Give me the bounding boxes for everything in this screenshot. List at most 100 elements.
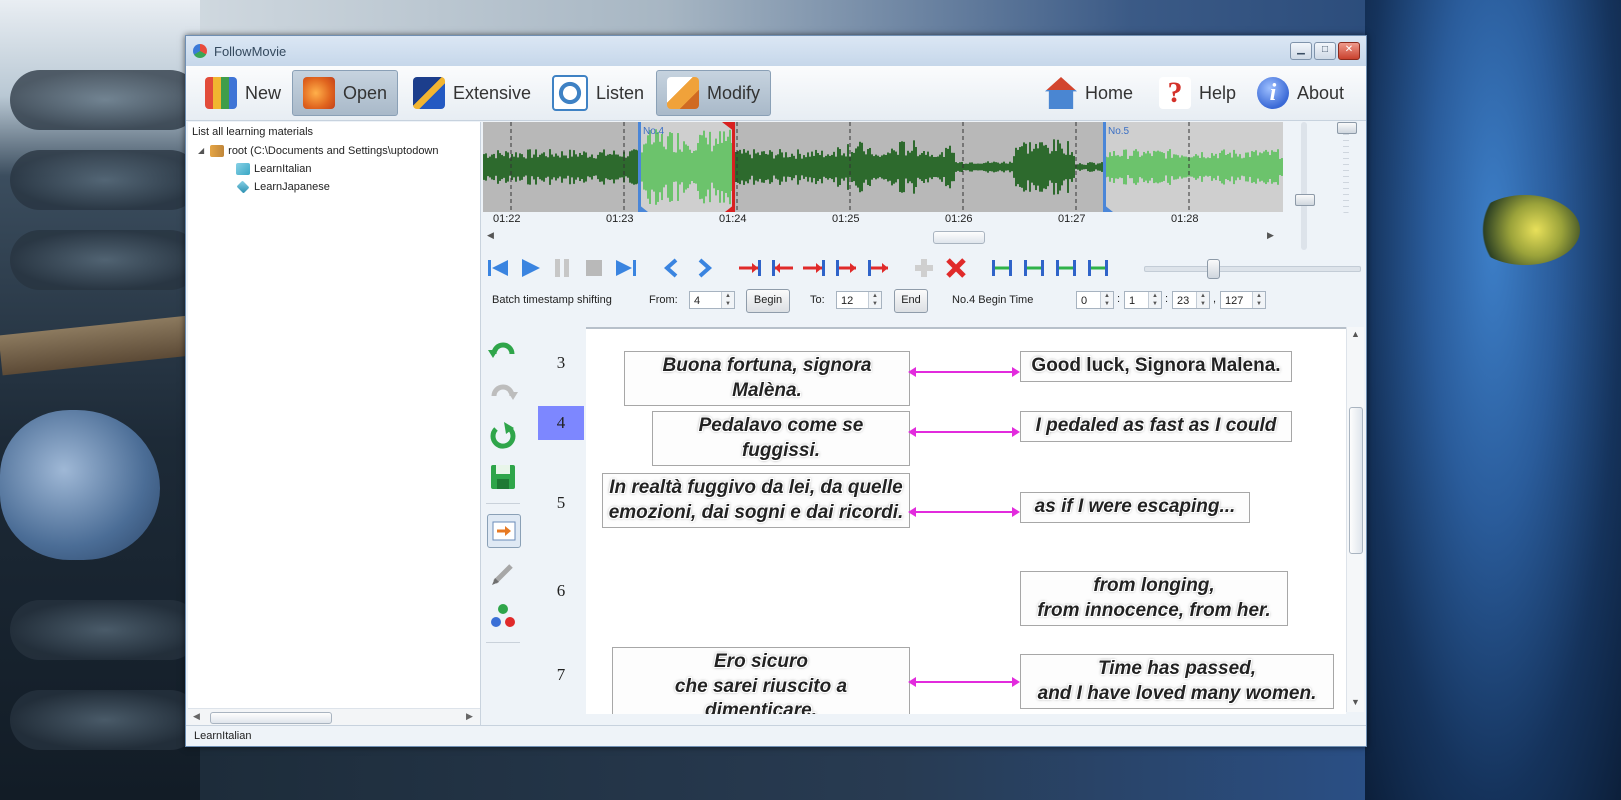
zoom-slider[interactable] [1337, 122, 1357, 214]
scroll-down-icon[interactable]: ▼ [1351, 697, 1360, 707]
spin-arrows-icon[interactable]: ▲ ▼ [868, 292, 881, 308]
help-button[interactable]: ? Help [1148, 70, 1247, 116]
subtitle-pairs[interactable]: Buona fortuna, signora Malèna. Good luck… [586, 327, 1346, 714]
time-hours-field[interactable]: 0 ▲ ▼ [1076, 291, 1114, 309]
time-milliseconds-field[interactable]: 127 ▲ ▼ [1220, 291, 1266, 309]
about-button[interactable]: i About [1246, 70, 1355, 116]
row-number[interactable]: 7 [538, 658, 584, 692]
scroll-right-icon[interactable]: ▶ [466, 711, 473, 722]
next-button[interactable] [692, 257, 716, 279]
target-subtitle[interactable]: Good luck, Signora Malena. [1020, 351, 1292, 382]
spin-arrows-icon[interactable]: ▲ ▼ [1148, 292, 1161, 308]
time-seconds-field[interactable]: 23 ▲ ▼ [1172, 291, 1210, 309]
merge-button[interactable] [487, 600, 519, 632]
speed-thumb[interactable] [1207, 259, 1220, 279]
to-field[interactable]: 12 ▲ ▼ [836, 291, 882, 309]
pause-button[interactable] [550, 257, 574, 279]
begin-button[interactable]: Begin [746, 289, 790, 313]
row-number[interactable]: 3 [538, 346, 584, 380]
source-subtitle[interactable]: In realtà fuggivo da lei, da quelle emoz… [602, 473, 910, 529]
subtitle-vscrollbar[interactable]: ▲ ▼ [1346, 327, 1364, 712]
title-bar[interactable]: FollowMovie ▁ □ ✕ [186, 36, 1366, 66]
app-icon [193, 44, 207, 58]
speed-slider[interactable] [1144, 259, 1361, 279]
scroll-thumb[interactable] [1349, 407, 1363, 554]
shift-begin-button[interactable] [770, 257, 794, 279]
alignment-link[interactable] [908, 507, 1020, 517]
materials-hscrollbar[interactable]: ◀ ▶ [188, 708, 480, 725]
align-button-1[interactable] [990, 257, 1014, 279]
from-field[interactable]: 4 ▲ ▼ [689, 291, 735, 309]
set-end-icon [803, 260, 825, 276]
redo-button[interactable] [487, 377, 519, 409]
collapse-arrow-icon[interactable]: ◢ [198, 142, 204, 160]
spin-arrows-icon[interactable]: ▲ ▼ [1252, 292, 1265, 308]
minimize-button[interactable]: ▁ [1290, 42, 1312, 60]
tree-item-learnitalian[interactable]: LearnItalian [188, 160, 480, 178]
target-subtitle[interactable]: Time has passed, and I have loved many w… [1020, 654, 1334, 710]
spin-arrows-icon[interactable]: ▲ ▼ [721, 292, 734, 308]
volume-thumb[interactable] [1295, 194, 1315, 206]
scroll-thumb[interactable] [933, 231, 985, 244]
alignment-link[interactable] [908, 677, 1020, 687]
set-end-button[interactable] [802, 257, 826, 279]
source-subtitle[interactable]: Ero sicuro che sarei riuscito a dimentic… [612, 647, 910, 714]
source-subtitle[interactable]: Pedalavo come se fuggissi. [652, 411, 910, 467]
refresh-button[interactable] [487, 419, 519, 451]
save-button[interactable] [487, 461, 519, 493]
previous-button[interactable] [660, 257, 684, 279]
spin-arrows-icon[interactable]: ▲ ▼ [1100, 292, 1113, 308]
row-number[interactable]: 6 [538, 574, 584, 608]
target-subtitle[interactable]: I pedaled as fast as I could [1020, 411, 1292, 442]
scroll-up-icon[interactable]: ▲ [1351, 329, 1360, 339]
skip-back-button[interactable] [486, 257, 510, 279]
end-button[interactable]: End [894, 289, 928, 313]
play-button[interactable] [518, 257, 542, 279]
materials-header: List all learning materials [192, 126, 314, 138]
zoom-thumb[interactable] [1337, 122, 1357, 134]
maximize-button[interactable]: □ [1314, 42, 1336, 60]
stop-button[interactable] [582, 257, 606, 279]
alignment-link[interactable] [908, 367, 1020, 377]
undo-button[interactable] [487, 335, 519, 367]
spin-arrows-icon[interactable]: ▲ ▼ [1196, 292, 1209, 308]
row-number-selected[interactable]: 4 [538, 406, 584, 440]
tree-item-root[interactable]: ◢ root (C:\Documents and Settings\uptodo… [188, 142, 480, 160]
scroll-left-icon[interactable]: ◀ [487, 230, 494, 241]
alignment-link[interactable] [908, 427, 1020, 437]
skip-forward-button[interactable] [614, 257, 638, 279]
scroll-left-icon[interactable]: ◀ [193, 711, 200, 722]
new-button[interactable]: New [194, 70, 292, 116]
time-minutes-field[interactable]: 1 ▲ ▼ [1124, 291, 1162, 309]
tree-item-learnjapanese[interactable]: LearnJapanese [188, 178, 480, 196]
home-button[interactable]: Home [1034, 70, 1144, 116]
extend-button[interactable] [866, 257, 890, 279]
modify-button[interactable]: Modify [656, 70, 772, 116]
waveform-svg[interactable]: No.4 No.5 [483, 122, 1283, 212]
align-button-2[interactable] [1022, 257, 1046, 279]
pencil-button[interactable] [487, 558, 519, 590]
scroll-right-icon[interactable]: ▶ [1267, 230, 1274, 241]
waveform-hscrollbar[interactable]: ◀ ▶ [483, 230, 1278, 244]
align-button-3[interactable] [1054, 257, 1078, 279]
add-button[interactable] [912, 257, 936, 279]
target-subtitle[interactable]: as if I were escaping... [1020, 492, 1250, 523]
insert-button[interactable] [487, 514, 521, 548]
shift-end-button[interactable] [834, 257, 858, 279]
delete-button[interactable] [944, 257, 968, 279]
align-button-4[interactable] [1086, 257, 1110, 279]
source-subtitle[interactable]: Buona fortuna, signora Malèna. [624, 351, 910, 407]
waveform-view[interactable]: No.4 No.5 [483, 122, 1283, 212]
volume-slider[interactable] [1295, 122, 1315, 250]
skip-back-icon [488, 260, 508, 276]
status-bar: LearnItalian [186, 725, 1366, 746]
open-button[interactable]: Open [292, 70, 399, 116]
target-subtitle[interactable]: from longing, from innocence, from her. [1020, 571, 1288, 627]
extensive-button[interactable]: Extensive [402, 70, 542, 116]
row-number[interactable]: 5 [538, 486, 584, 520]
set-begin-button[interactable] [738, 257, 762, 279]
listen-button[interactable]: Listen [541, 70, 655, 116]
wallpaper-braid [10, 600, 200, 660]
scroll-thumb[interactable] [210, 712, 332, 724]
close-button[interactable]: ✕ [1338, 42, 1360, 60]
